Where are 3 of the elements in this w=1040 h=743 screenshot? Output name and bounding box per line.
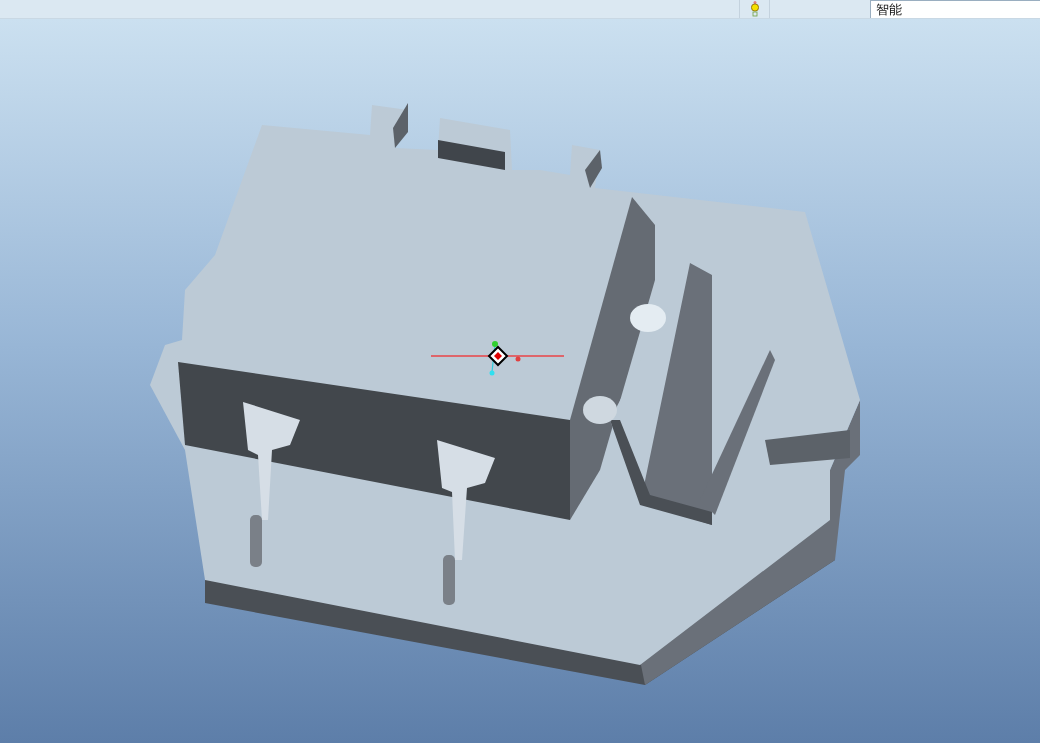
light-bulb-icon[interactable]	[750, 1, 759, 17]
filter-dropdown[interactable]: 智能	[870, 0, 1040, 18]
coordinate-system-icon	[430, 341, 565, 376]
